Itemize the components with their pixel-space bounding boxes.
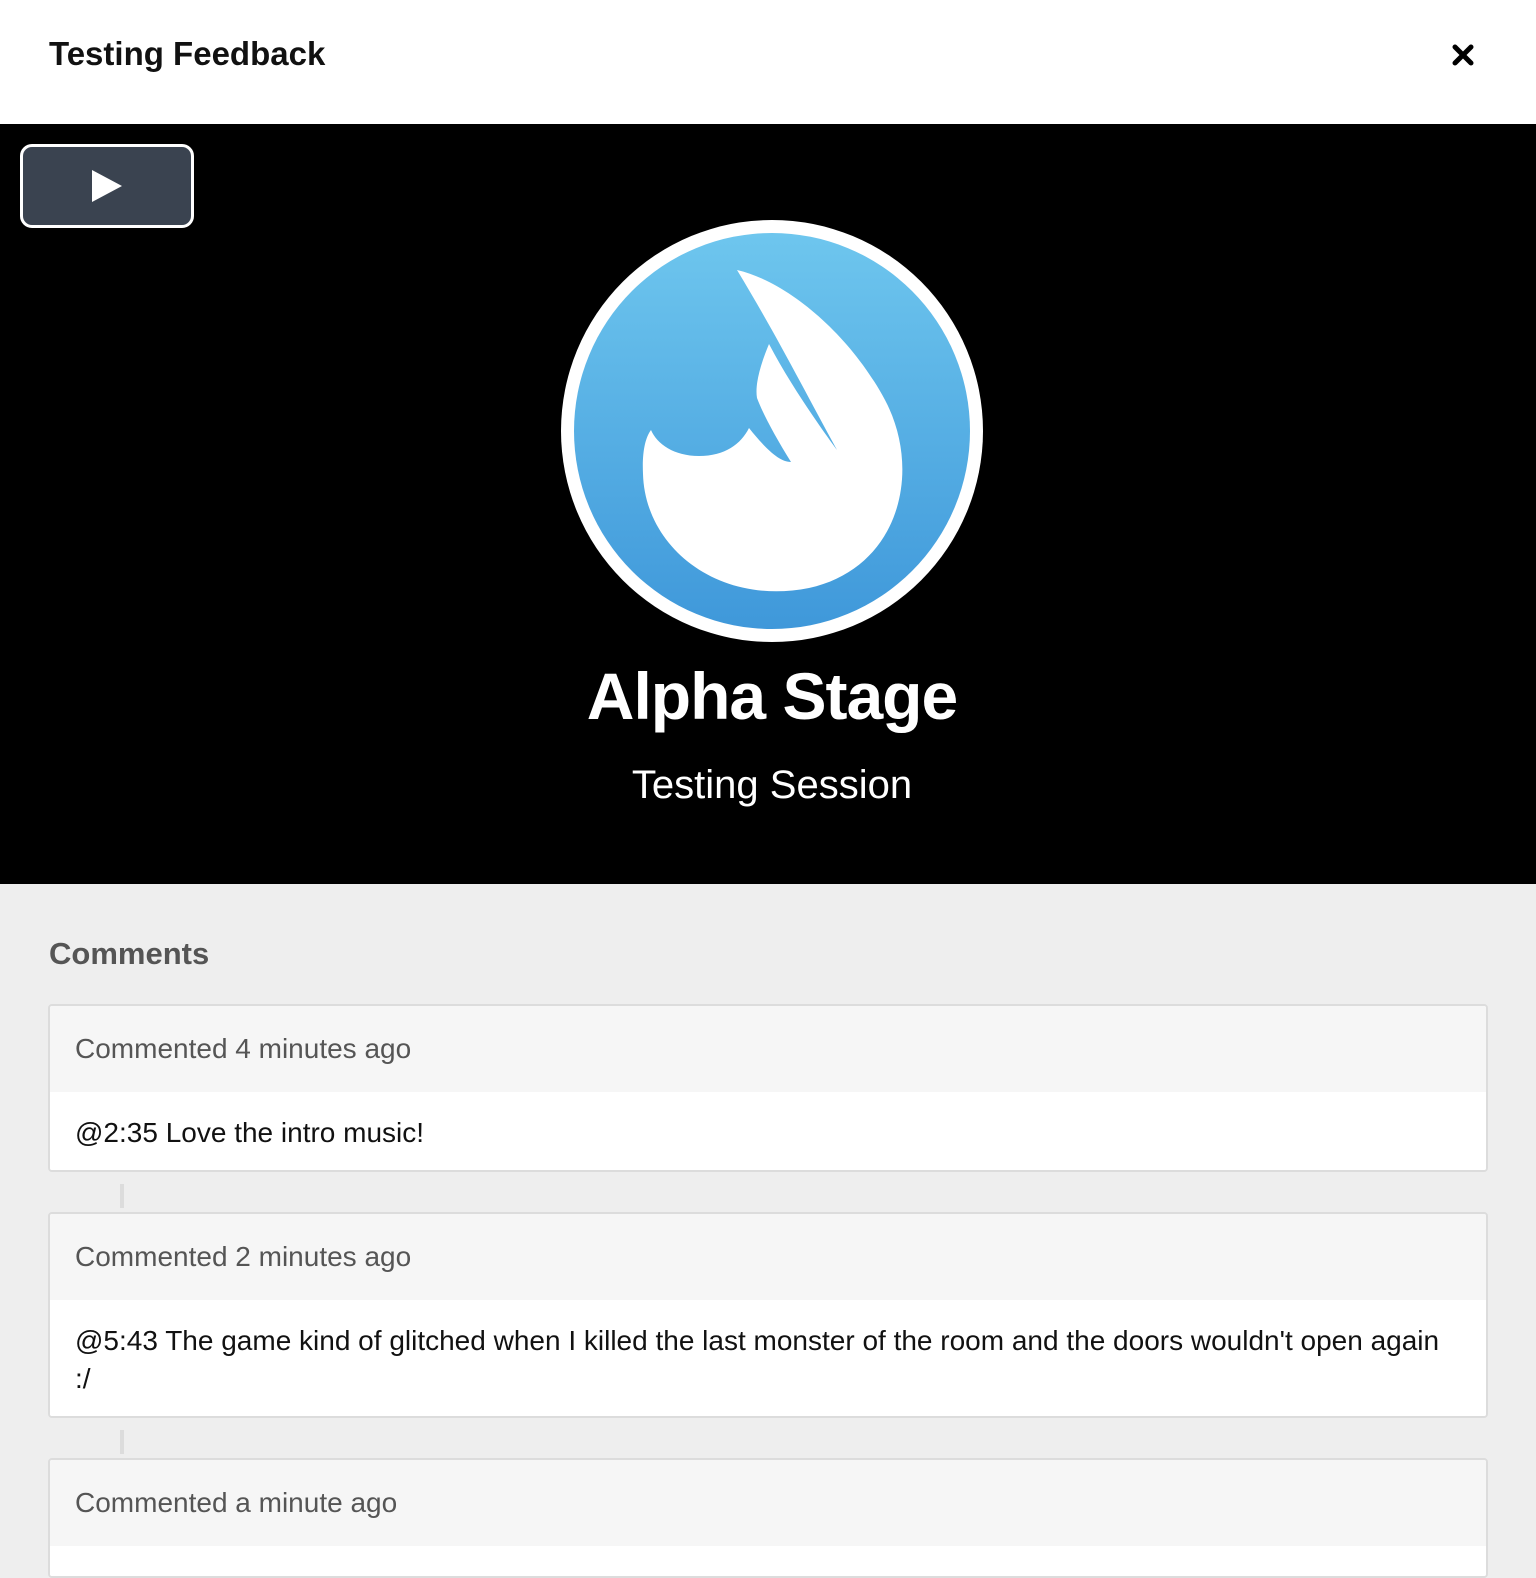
close-button[interactable] (1442, 34, 1484, 76)
modal-header: Testing Feedback (0, 0, 1536, 124)
video-player[interactable]: Alpha Stage Testing Session (0, 124, 1536, 884)
comment-meta: Commented 4 minutes ago (50, 1006, 1486, 1092)
play-button[interactable] (20, 144, 194, 228)
comment-card: Commented 4 minutes ago @2:35 Love the i… (48, 1004, 1488, 1172)
comment-meta: Commented 2 minutes ago (50, 1214, 1486, 1300)
thread-connector (120, 1184, 124, 1208)
brand-name: Alpha Stage (586, 659, 958, 733)
play-icon (92, 170, 122, 202)
comment-text: @5:43 The game kind of glitched when I k… (50, 1300, 1486, 1416)
comments-title: Comments (49, 936, 210, 971)
comment-text: @2:35 Love the intro music! (50, 1092, 1486, 1170)
comment-card: Commented 2 minutes ago @5:43 The game k… (48, 1212, 1488, 1418)
modal-title: Testing Feedback (49, 35, 326, 72)
brand-subtitle: Testing Session (631, 763, 913, 807)
thread-connector (120, 1430, 124, 1454)
close-icon (1452, 44, 1474, 66)
comment-meta: Commented a minute ago (50, 1460, 1486, 1546)
comment-card: Commented a minute ago (48, 1458, 1488, 1578)
alpha-stage-logo (561, 220, 983, 642)
comment-text (50, 1546, 1486, 1576)
